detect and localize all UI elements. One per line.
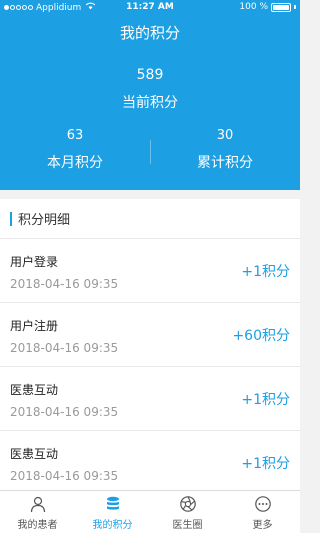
battery-icon <box>271 2 291 12</box>
current-points-value: 589 <box>136 67 164 83</box>
points-detail-panel: 积分明细 用户登录 2018-04-16 09:35 +1积分 用户注册 201… <box>0 199 300 495</box>
tab-doctor-circle[interactable]: 医生圈 <box>150 491 225 533</box>
points-record: 医患互动 2018-04-16 09:35 +1积分 <box>0 367 300 431</box>
record-type: 用户登录 <box>10 255 59 269</box>
record-type: 医患互动 <box>10 383 59 397</box>
cumulative-points: 30 累计积分 <box>150 128 300 172</box>
monthly-points-value: 63 <box>66 128 84 143</box>
record-points: +60积分 <box>232 328 290 344</box>
tab-label: 更多 <box>252 520 273 531</box>
tab-more[interactable]: 更多 <box>225 491 300 533</box>
coins-icon <box>106 496 119 510</box>
battery-fill <box>273 4 289 10</box>
tab-my-points[interactable]: 我的积分 <box>75 491 150 533</box>
tab-label: 医生圈 <box>172 520 203 531</box>
record-time: 2018-04-16 09:35 <box>10 405 119 419</box>
tab-label: 我的患者 <box>17 520 58 531</box>
battery-tip <box>294 5 296 9</box>
record-time: 2018-04-16 09:35 <box>10 341 119 355</box>
monthly-points: 63 本月积分 <box>0 128 150 172</box>
battery-group: 100 % <box>239 2 296 12</box>
record-type: 医患互动 <box>10 447 59 461</box>
person-icon <box>30 496 45 513</box>
record-points: +1积分 <box>241 264 290 280</box>
points-record: 用户注册 2018-04-16 09:35 +60积分 <box>0 303 300 367</box>
record-points: +1积分 <box>241 392 290 408</box>
section-accent-bar <box>10 211 12 226</box>
record-type: 用户注册 <box>10 319 59 333</box>
points-record: 医患互动 2018-04-16 09:35 +1积分 <box>0 431 300 495</box>
current-points-label: 当前积分 <box>122 95 178 111</box>
status-bar: Applidium 11:27 AM 100 % <box>0 0 300 16</box>
more-icon <box>254 496 271 512</box>
battery-percent: 100 % <box>239 2 268 12</box>
aperture-icon <box>179 496 196 512</box>
points-record: 用户登录 2018-04-16 09:35 +1积分 <box>0 239 300 303</box>
tab-label: 我的积分 <box>92 520 133 531</box>
points-header: Applidium 11:27 AM 100 % 我的积分 589 当前积分 6… <box>0 0 300 190</box>
record-time: 2018-04-16 09:35 <box>10 277 119 291</box>
monthly-points-label: 本月积分 <box>47 155 103 171</box>
section-title: 积分明细 <box>18 213 71 228</box>
record-time: 2018-04-16 09:35 <box>10 469 119 483</box>
tab-bar: 我的患者 我的积分 医生圈 更多 <box>0 490 300 533</box>
tab-my-patients[interactable]: 我的患者 <box>0 491 75 533</box>
record-points: +1积分 <box>241 456 290 472</box>
cumulative-points-label: 累计积分 <box>197 155 253 171</box>
page-title: 我的积分 <box>119 24 180 42</box>
section-header: 积分明细 <box>0 199 300 239</box>
cumulative-points-value: 30 <box>216 128 234 143</box>
